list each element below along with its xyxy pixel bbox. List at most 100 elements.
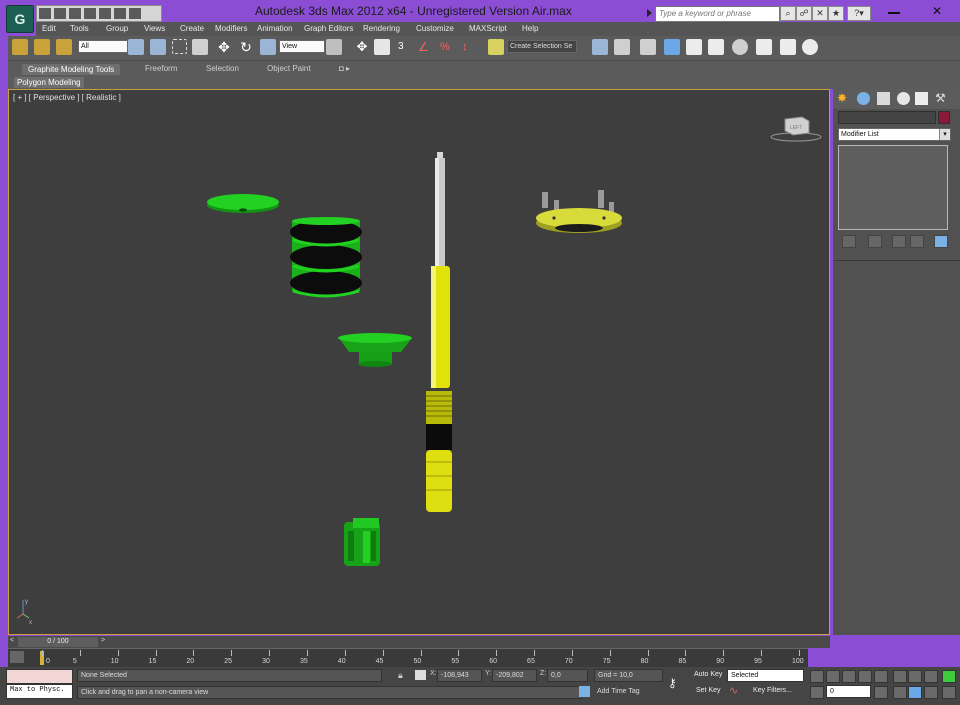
current-frame-field[interactable]: 0 [826, 685, 871, 698]
time-prev-button[interactable]: < [10, 637, 14, 644]
key-filters-button[interactable]: Key Filters... [753, 687, 792, 694]
x-coordinate-field[interactable]: -108,943 [437, 669, 482, 682]
lock-icon[interactable]: 🔒︎ [398, 670, 403, 681]
key-mode-dropdown[interactable]: Selected [727, 669, 804, 682]
redo-icon[interactable] [99, 8, 111, 19]
configure-sets-icon[interactable] [934, 235, 948, 248]
menu-views[interactable]: Views [144, 24, 165, 33]
hierarchy-tab-icon[interactable] [877, 92, 890, 105]
zoom-icon[interactable] [893, 670, 907, 683]
save-icon[interactable] [69, 8, 81, 19]
tab-freeform[interactable]: Freeform [145, 64, 177, 73]
open-file-icon[interactable] [54, 8, 66, 19]
project-icon[interactable] [129, 8, 141, 19]
perspective-viewport[interactable]: [ + ] [ Perspective ] [ Realistic ] LEFT [8, 89, 830, 635]
rectangle-selection-icon[interactable] [172, 39, 187, 54]
pivot-center-icon[interactable] [326, 39, 342, 55]
remove-modifier-icon[interactable] [910, 235, 924, 248]
orbit-icon[interactable] [924, 686, 938, 699]
display-tab-icon[interactable] [915, 92, 928, 105]
z-coordinate-field[interactable]: 0,0 [547, 669, 588, 682]
menu-help[interactable]: Help [522, 24, 538, 33]
select-by-name-icon[interactable] [150, 39, 166, 55]
material-editor-icon[interactable] [732, 39, 748, 55]
communication-icon[interactable]: ✕ [812, 6, 828, 21]
time-tag-icon[interactable] [579, 686, 590, 697]
rotate-icon[interactable]: ↻ [238, 39, 254, 55]
panel-polygon-modeling[interactable]: Polygon Modeling [14, 77, 84, 88]
edit-named-selection-icon[interactable] [488, 39, 504, 55]
field-of-view-icon[interactable] [893, 686, 907, 699]
unlink-icon[interactable] [34, 39, 50, 55]
menu-group[interactable]: Group [106, 24, 128, 33]
menu-create[interactable]: Create [180, 24, 204, 33]
named-selection-dropdown[interactable]: Create Selection Se [507, 40, 577, 53]
favorites-icon[interactable]: ★ [828, 6, 844, 21]
menu-edit[interactable]: Edit [42, 24, 56, 33]
set-key-curve-icon[interactable]: ∿ [729, 684, 738, 697]
keyboard-shortcut-icon[interactable] [374, 39, 390, 55]
menu-customize[interactable]: Customize [416, 24, 454, 33]
close-button[interactable]: ✕ [916, 0, 960, 20]
modifier-list-dropdown[interactable]: Modifier List ▾ [838, 128, 951, 141]
mini-curve-icon[interactable] [10, 651, 24, 663]
pin-stack-icon[interactable] [842, 235, 856, 248]
reference-coordinate-dropdown[interactable]: View [279, 40, 325, 53]
render-setup-icon[interactable] [756, 39, 772, 55]
auto-key-button[interactable]: Auto Key [694, 671, 722, 678]
add-time-tag-button[interactable]: Add Time Tag [597, 688, 640, 695]
maxscript-output[interactable]: Max to Physc. [6, 684, 73, 699]
zoom-all-icon[interactable] [908, 670, 922, 683]
maxscript-mini-listener[interactable] [6, 669, 73, 684]
angle-snap-icon[interactable]: ∠ [418, 39, 434, 55]
menu-animation[interactable]: Animation [257, 24, 293, 33]
move-icon[interactable]: ✥ [216, 39, 232, 55]
bind-space-warp-icon[interactable] [56, 39, 72, 55]
object-name-field[interactable] [838, 111, 936, 124]
time-next-button[interactable]: > [101, 637, 105, 644]
modify-tab-icon[interactable] [857, 92, 870, 105]
schematic-view-icon[interactable] [708, 39, 724, 55]
key-mode-toggle-icon[interactable] [810, 686, 824, 699]
menu-modifiers[interactable]: Modifiers [215, 24, 247, 33]
absolute-mode-icon[interactable] [415, 670, 426, 680]
curve-editor-icon[interactable] [686, 39, 702, 55]
motion-tab-icon[interactable] [897, 92, 910, 105]
search-input[interactable]: Type a keyword or phrase [655, 6, 780, 22]
go-to-start-icon[interactable] [810, 670, 824, 683]
time-slider[interactable]: 0 / 100 [18, 637, 98, 647]
y-coordinate-field[interactable]: -209,802 [492, 669, 537, 682]
render-production-icon[interactable] [802, 39, 818, 55]
play-icon[interactable] [842, 670, 856, 683]
pan-view-icon[interactable] [908, 686, 922, 699]
mirror-icon[interactable] [592, 39, 608, 55]
app-logo-icon[interactable]: G [6, 5, 34, 33]
zoom-extents-icon[interactable] [924, 670, 938, 683]
search-arrow-icon[interactable] [647, 9, 652, 17]
key-icon[interactable]: ⚷ [668, 676, 677, 690]
tab-selection[interactable]: Selection [206, 64, 239, 73]
scale-icon[interactable] [260, 39, 276, 55]
menu-rendering[interactable]: Rendering [363, 24, 400, 33]
graphite-toggle-icon[interactable] [664, 39, 680, 55]
menu-tools[interactable]: Tools [70, 24, 89, 33]
next-frame-icon[interactable] [858, 670, 872, 683]
new-file-icon[interactable] [39, 8, 51, 19]
undo-icon[interactable] [84, 8, 96, 19]
window-crossing-icon[interactable] [192, 39, 208, 55]
align-icon[interactable] [614, 39, 630, 55]
spinner-snap-icon[interactable]: ↕ [462, 39, 478, 55]
percent-snap-icon[interactable]: % [440, 39, 456, 55]
tab-object-paint[interactable]: Object Paint [267, 64, 311, 73]
hold-icon[interactable] [114, 8, 126, 19]
subscription-icon[interactable]: ☍ [796, 6, 812, 21]
select-object-icon[interactable] [128, 39, 144, 55]
selection-filter-dropdown[interactable]: All [78, 40, 128, 53]
select-manipulate-icon[interactable]: ✥ [354, 39, 370, 55]
snaps-toggle-icon[interactable]: 3 [398, 39, 414, 55]
zoom-extents-all-icon[interactable] [942, 670, 956, 683]
time-config-icon[interactable] [874, 686, 888, 699]
tab-graphite-modeling-tools[interactable]: Graphite Modeling Tools [22, 64, 121, 75]
ribbon-options-icon[interactable]: ◘ ▸ [339, 64, 350, 73]
binoculars-icon[interactable]: ⌕ [780, 6, 796, 21]
